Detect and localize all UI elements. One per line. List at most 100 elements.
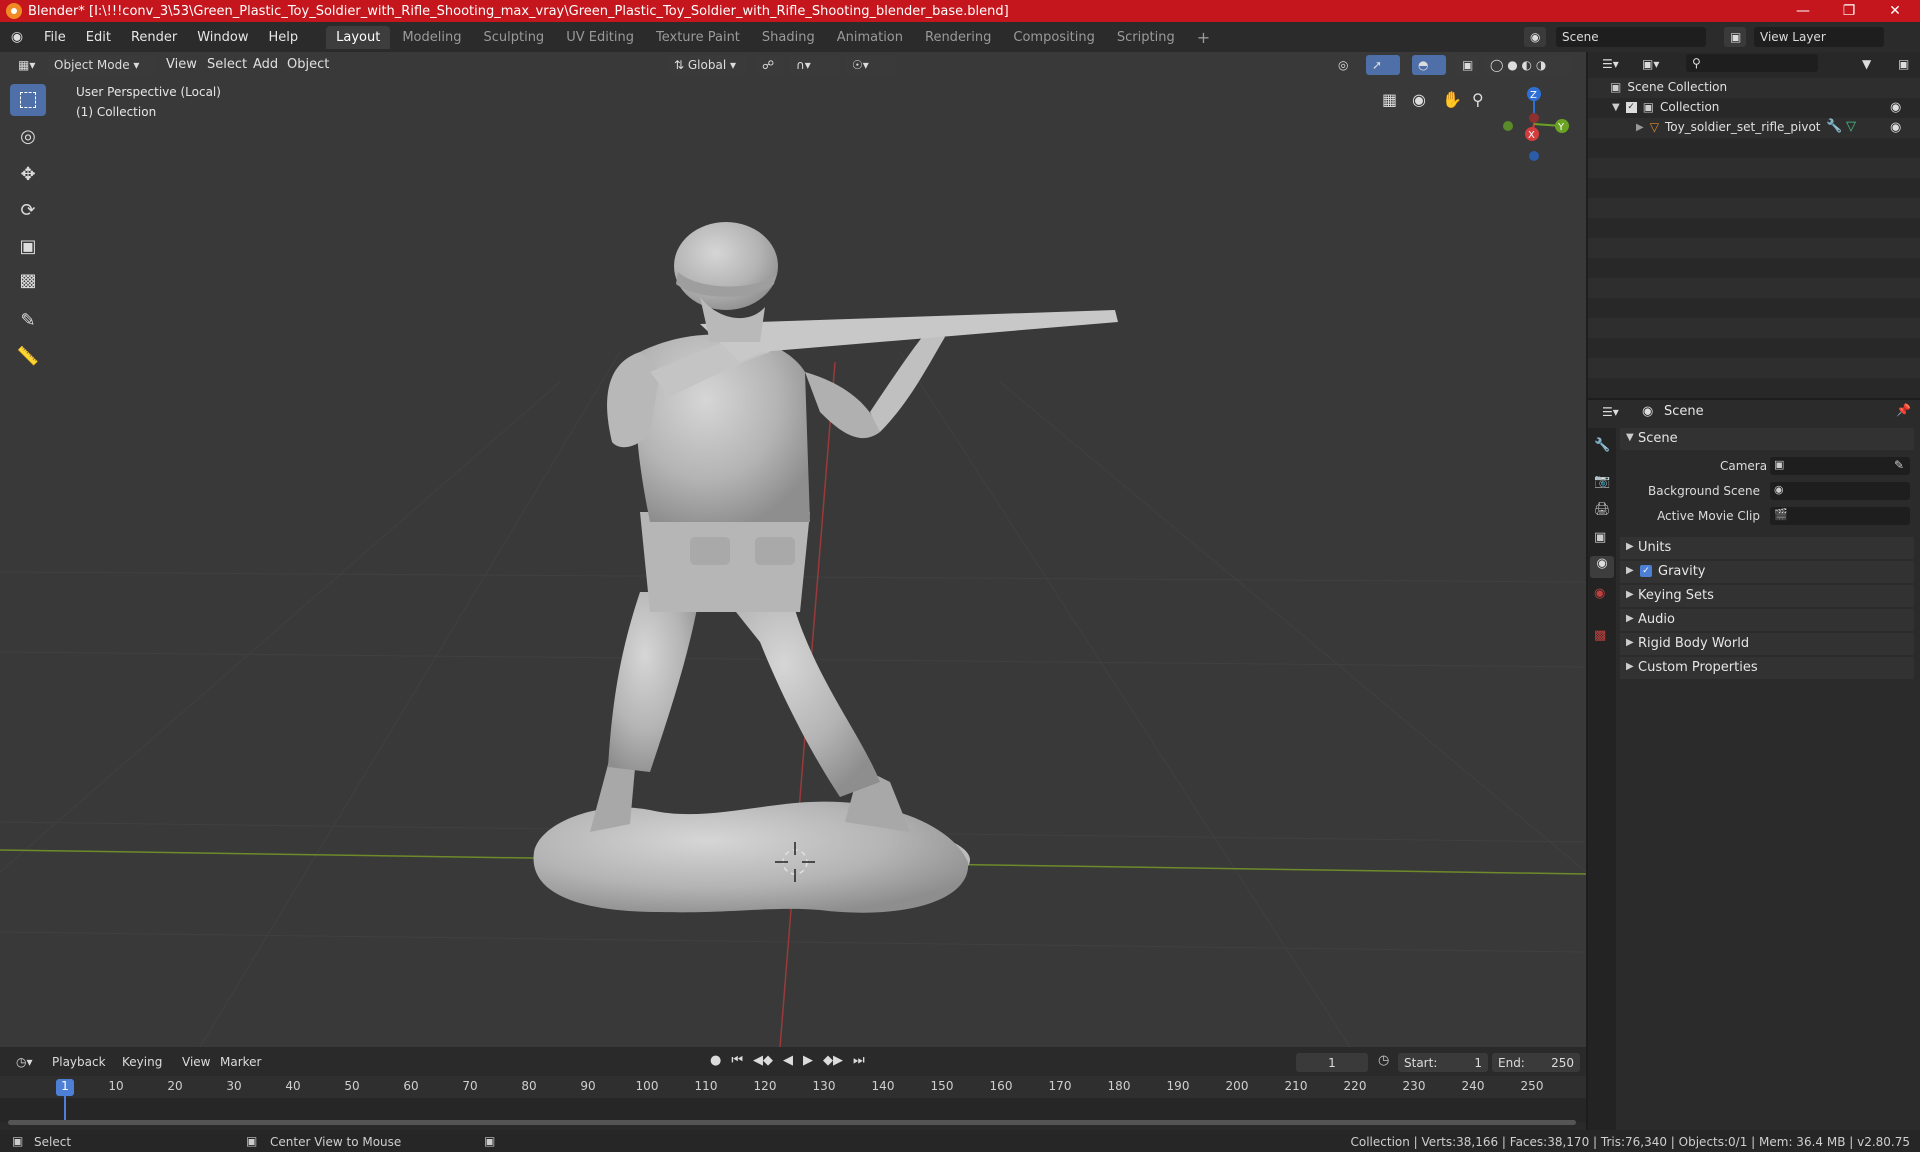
editor-type-icon[interactable]: ▦▾ bbox=[12, 55, 42, 75]
object-visibility-eye-icon[interactable]: ◉ bbox=[1890, 120, 1901, 135]
pivot-point-icon[interactable]: ☍ bbox=[756, 55, 784, 75]
outliner-row-collection[interactable]: ▼ ✓ ▣ Collection bbox=[1612, 100, 1719, 114]
viewport-menu-add[interactable]: Add bbox=[253, 57, 278, 72]
modifier-wrench-icon[interactable]: 🔧 bbox=[1826, 119, 1842, 134]
3d-viewport[interactable] bbox=[0, 52, 1586, 1047]
timeline-scrollbar[interactable] bbox=[8, 1120, 1576, 1125]
view-layer-field[interactable]: View Layer bbox=[1754, 27, 1884, 47]
start-frame-field[interactable]: Start: 1 bbox=[1398, 1053, 1488, 1072]
outliner-filter-icon[interactable]: ▼ bbox=[1856, 54, 1886, 74]
menu-edit[interactable]: Edit bbox=[76, 30, 121, 45]
scene-field[interactable]: Scene bbox=[1556, 27, 1706, 47]
custom-properties-panel-header[interactable]: ▶ Custom Properties bbox=[1620, 657, 1914, 679]
units-panel-header[interactable]: ▶ Units bbox=[1620, 537, 1914, 559]
audio-panel-header[interactable]: ▶ Audio bbox=[1620, 609, 1914, 631]
close-icon[interactable]: ✕ bbox=[1872, 0, 1918, 22]
current-frame-field[interactable]: 1 bbox=[1296, 1053, 1368, 1072]
outliner-search-input[interactable]: ⚲ bbox=[1686, 54, 1818, 72]
tool-tab-icon[interactable]: 🔧 bbox=[1594, 438, 1610, 453]
gravity-checkbox[interactable]: ✓ bbox=[1640, 565, 1652, 577]
render-tab-icon[interactable]: 📷 bbox=[1594, 474, 1610, 489]
overlay-toggle-icon[interactable]: ◓ bbox=[1412, 55, 1446, 75]
add-workspace-icon[interactable]: + bbox=[1187, 24, 1220, 51]
minimize-icon[interactable]: — bbox=[1780, 0, 1826, 22]
proportional-editing-icon[interactable]: ☉▾ bbox=[846, 55, 896, 75]
new-collection-icon[interactable]: ▣ bbox=[1892, 54, 1914, 74]
xray-toggle-icon[interactable]: ▣ bbox=[1456, 55, 1478, 75]
timeline-menu-view[interactable]: View bbox=[182, 1055, 210, 1069]
pin-icon[interactable]: 📌 bbox=[1896, 403, 1911, 417]
gravity-panel-header[interactable]: ▶ ✓ Gravity bbox=[1620, 561, 1914, 583]
tab-shading[interactable]: Shading bbox=[752, 26, 825, 49]
mesh-data-icon[interactable]: ▽ bbox=[1846, 119, 1856, 134]
view-layer-icon[interactable]: ▣ bbox=[1724, 27, 1746, 47]
tab-rendering[interactable]: Rendering bbox=[915, 26, 1001, 49]
expand-arrow-icon[interactable]: ▶ bbox=[1636, 122, 1644, 133]
select-box-tool-icon[interactable] bbox=[10, 84, 46, 116]
camera-view-icon[interactable]: ◉ bbox=[1412, 90, 1426, 109]
menu-file[interactable]: File bbox=[34, 30, 76, 45]
outliner-row-object[interactable]: ▶ ▽ Toy_soldier_set_rifle_pivot bbox=[1636, 120, 1821, 134]
menu-render[interactable]: Render bbox=[121, 30, 187, 45]
move-tool-icon[interactable]: ✥ bbox=[10, 158, 46, 190]
object-visibility-icon[interactable]: ◎ bbox=[1332, 55, 1362, 75]
viewport-menu-object[interactable]: Object bbox=[287, 57, 329, 72]
object-mode-dropdown[interactable]: Object Mode ▾ bbox=[48, 55, 156, 75]
jump-end-icon[interactable]: ⏭ bbox=[853, 1053, 865, 1068]
menu-window[interactable]: Window bbox=[187, 30, 258, 45]
view-layer-tab-icon[interactable]: ▣ bbox=[1594, 530, 1606, 545]
scene-type-icon[interactable]: ◉ bbox=[1524, 27, 1546, 47]
eyedropper-icon[interactable]: ✎ bbox=[1894, 458, 1904, 472]
tab-sculpting[interactable]: Sculpting bbox=[473, 26, 554, 49]
play-reverse-icon[interactable]: ◀ bbox=[783, 1053, 793, 1068]
outliner-display-mode-icon[interactable]: ▣▾ bbox=[1636, 54, 1666, 74]
scale-tool-icon[interactable]: ▣ bbox=[10, 230, 46, 262]
next-keyframe-icon[interactable]: ◆▶ bbox=[823, 1053, 843, 1068]
tab-uv-editing[interactable]: UV Editing bbox=[556, 26, 644, 49]
shading-mode-group[interactable]: ◯ ● ◐ ◑ bbox=[1484, 55, 1572, 75]
blender-menu-icon[interactable]: ◉ bbox=[0, 29, 34, 45]
cursor-tool-icon[interactable]: ◎ bbox=[10, 120, 46, 152]
record-icon[interactable]: ● bbox=[710, 1053, 721, 1068]
outliner-row-scene-collection[interactable]: ▣ Scene Collection bbox=[1610, 80, 1727, 94]
properties-editor-type-icon[interactable]: ☰▾ bbox=[1596, 402, 1626, 422]
timeline-menu-playback[interactable]: Playback bbox=[52, 1055, 106, 1069]
rotate-tool-icon[interactable]: ⟳ bbox=[10, 194, 46, 226]
navigation-gizmo[interactable]: Z Y X bbox=[1490, 84, 1570, 164]
viewport-menu-view[interactable]: View bbox=[166, 57, 197, 72]
timeline-editor-type-icon[interactable]: ◷▾ bbox=[10, 1052, 40, 1072]
expand-arrow-icon[interactable]: ▼ bbox=[1612, 102, 1620, 113]
viewport-menu-select[interactable]: Select bbox=[207, 57, 247, 72]
tab-texture-paint[interactable]: Texture Paint bbox=[646, 26, 750, 49]
texture-tab-icon[interactable]: ▩ bbox=[1594, 628, 1606, 643]
measure-tool-icon[interactable]: 📏 bbox=[10, 340, 46, 372]
background-scene-field[interactable]: ◉ bbox=[1770, 482, 1910, 500]
tab-modeling[interactable]: Modeling bbox=[392, 26, 471, 49]
camera-field[interactable]: ▣ bbox=[1770, 457, 1910, 475]
end-frame-field[interactable]: End: 250 bbox=[1492, 1053, 1580, 1072]
prev-keyframe-icon[interactable]: ◀◆ bbox=[753, 1053, 773, 1068]
collection-checkbox[interactable]: ✓ bbox=[1625, 101, 1637, 113]
tab-animation[interactable]: Animation bbox=[827, 26, 913, 49]
ortho-toggle-icon[interactable]: ▦ bbox=[1382, 90, 1397, 109]
timeline-menu-keying[interactable]: Keying bbox=[122, 1055, 162, 1069]
toy-soldier-model[interactable] bbox=[533, 222, 1118, 913]
tab-compositing[interactable]: Compositing bbox=[1003, 26, 1105, 49]
collection-visibility-eye-icon[interactable]: ◉ bbox=[1890, 100, 1901, 115]
stopwatch-icon[interactable]: ◷ bbox=[1378, 1053, 1389, 1068]
annotate-tool-icon[interactable]: ✎ bbox=[10, 304, 46, 336]
transform-tool-icon[interactable]: ▩ bbox=[10, 264, 46, 296]
transform-orientation-dropdown[interactable]: ⇅ Global ▾ bbox=[668, 55, 746, 75]
zoom-view-icon[interactable]: ⚲ bbox=[1472, 90, 1484, 109]
timeline-track-area[interactable] bbox=[0, 1098, 1586, 1122]
play-icon[interactable]: ▶ bbox=[803, 1053, 813, 1068]
tab-layout[interactable]: Layout bbox=[326, 25, 391, 49]
rigid-body-world-panel-header[interactable]: ▶ Rigid Body World bbox=[1620, 633, 1914, 655]
restore-icon[interactable]: ❐ bbox=[1826, 0, 1872, 22]
scene-tab-icon[interactable]: ◉ bbox=[1590, 556, 1614, 578]
tab-scripting[interactable]: Scripting bbox=[1107, 26, 1185, 49]
menu-help[interactable]: Help bbox=[259, 30, 309, 45]
jump-start-icon[interactable]: ⏮ bbox=[731, 1053, 743, 1068]
outliner-editor-type-icon[interactable]: ☰▾ bbox=[1596, 54, 1626, 74]
timeline-menu-marker[interactable]: Marker bbox=[220, 1055, 261, 1069]
